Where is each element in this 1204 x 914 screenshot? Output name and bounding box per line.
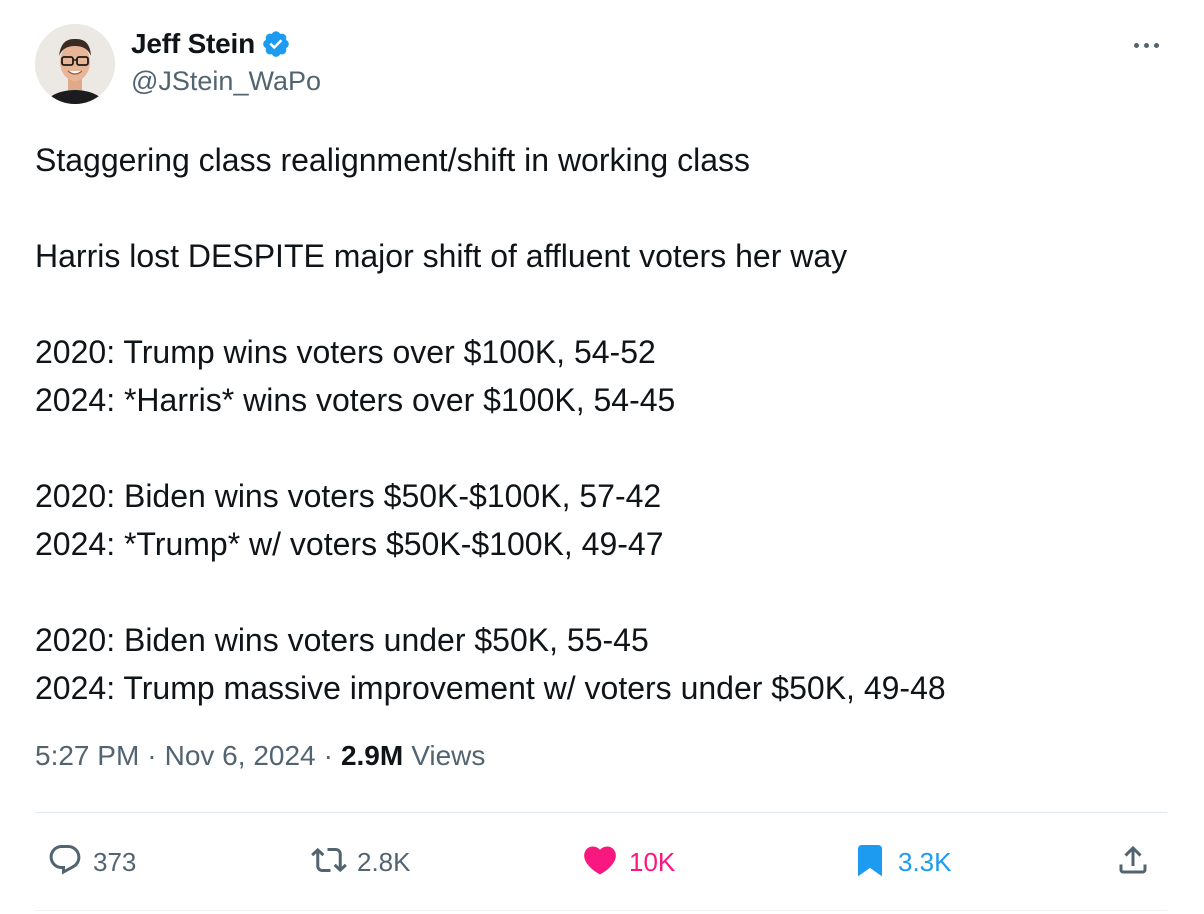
like-button[interactable]: 10K	[581, 838, 675, 886]
reply-button[interactable]: 373	[47, 838, 136, 886]
tweet-line: 2020: Trump wins voters over $100K, 54-5…	[35, 334, 656, 370]
tweet-line: Staggering class realignment/shift in wo…	[35, 142, 750, 178]
author-info: Jeff Stein @JStein_WaPo	[131, 26, 321, 97]
tweet-line: 2020: Biden wins voters $50K-$100K, 57-4…	[35, 478, 662, 514]
tweet-line: 2024: *Trump* w/ voters $50K-$100K, 49-4…	[35, 526, 664, 562]
divider	[35, 812, 1167, 813]
bookmark-icon	[852, 841, 888, 884]
bottom-divider	[35, 910, 1167, 911]
tweet-card: Jeff Stein @JStein_WaPo Staggering class…	[0, 0, 1204, 914]
repost-button[interactable]: 2.8K	[311, 838, 411, 886]
tweet-meta: 5:27 PM · Nov 6, 2024 · 2.9M Views	[35, 740, 485, 772]
views-label: Views	[411, 740, 486, 771]
tweet-text: Staggering class realignment/shift in wo…	[35, 136, 1165, 712]
bookmark-count: 3.3K	[898, 846, 952, 877]
tweet-time[interactable]: 5:27 PM	[35, 740, 139, 772]
handle[interactable]: @JStein_WaPo	[131, 66, 321, 97]
heart-icon	[581, 841, 619, 884]
like-count: 10K	[629, 846, 676, 877]
tweet-line: Harris lost DESPITE major shift of afflu…	[35, 238, 848, 274]
separator-dot: ·	[147, 740, 157, 771]
share-icon	[1115, 842, 1151, 883]
more-options-icon[interactable]	[1126, 30, 1166, 60]
views-count: 2.9M	[340, 740, 404, 771]
reply-icon	[47, 842, 83, 883]
name-row: Jeff Stein	[131, 26, 321, 62]
tweet-line: 2024: Trump massive improvement w/ voter…	[35, 670, 946, 706]
bookmark-button[interactable]: 3.3K	[852, 838, 952, 886]
tweet-line: 2020: Biden wins voters under $50K, 55-4…	[35, 622, 649, 658]
tweet-line: 2024: *Harris* wins voters over $100K, 5…	[35, 382, 676, 418]
separator-dot: ·	[323, 740, 333, 771]
avatar-image	[35, 24, 115, 104]
verified-badge-icon[interactable]	[261, 29, 291, 59]
avatar[interactable]	[35, 24, 115, 104]
share-button[interactable]	[1115, 838, 1151, 886]
reply-count: 373	[93, 846, 137, 877]
tweet-date[interactable]: Nov 6, 2024	[165, 740, 316, 772]
action-bar: 373 2.8K 10K 3.3K	[35, 838, 1167, 886]
display-name[interactable]: Jeff Stein	[131, 28, 255, 60]
repost-icon	[311, 842, 347, 883]
repost-count: 2.8K	[357, 846, 411, 877]
